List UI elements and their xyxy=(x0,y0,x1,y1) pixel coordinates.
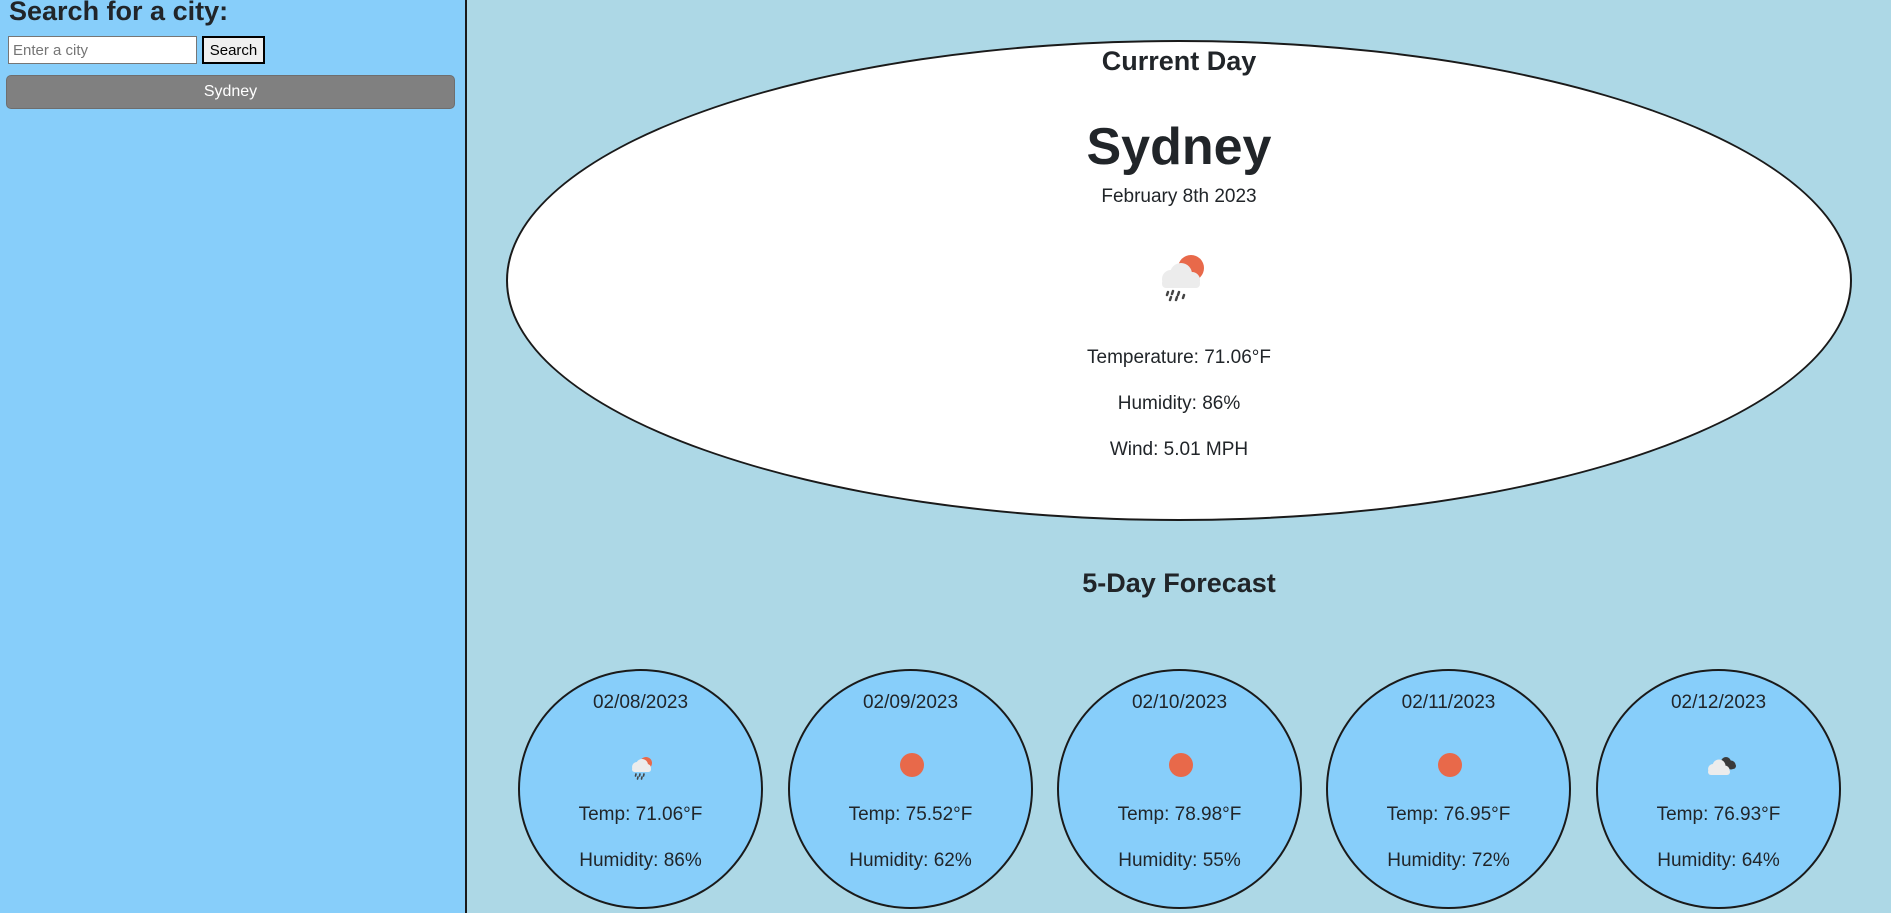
forecast-humidity: Humidity: 55% xyxy=(1118,850,1241,871)
sun-icon xyxy=(1169,753,1193,777)
sun-icon xyxy=(900,753,924,777)
forecast-humidity: Humidity: 64% xyxy=(1657,850,1780,871)
history-city-button[interactable]: Sydney xyxy=(6,75,455,109)
forecast-humidity: Humidity: 72% xyxy=(1387,850,1510,871)
forecast-card-day-5: 02/12/2023 Temp: 76.93°F Humidity: 64% xyxy=(1596,669,1841,909)
current-date: February 8th 2023 xyxy=(1101,186,1257,207)
forecast-temp: Temp: 75.52°F xyxy=(848,804,973,825)
city-name: Sydney xyxy=(1086,118,1272,176)
cloudy-icon xyxy=(1708,757,1736,775)
rain-sun-icon xyxy=(632,757,652,780)
current-wind: Wind: 5.01 MPH xyxy=(1109,439,1249,460)
current-weather-card: Current Day Sydney February 8th 2023 Tem… xyxy=(506,40,1852,521)
forecast-date: 02/08/2023 xyxy=(592,692,689,713)
forecast-card-day-1: 02/08/2023 Temp: 71.06°F Humidity: 86% xyxy=(518,669,763,909)
forecast-date: 02/10/2023 xyxy=(1131,692,1228,713)
sun-icon xyxy=(1438,753,1462,777)
forecast-temp: Temp: 71.06°F xyxy=(578,804,703,825)
forecast-date: 02/11/2023 xyxy=(1401,692,1496,713)
forecast-card-day-4: 02/11/2023 Temp: 76.95°F Humidity: 72% xyxy=(1326,669,1571,909)
rain-sun-icon xyxy=(1162,255,1204,302)
search-title: Search for a city: xyxy=(9,0,229,26)
search-button[interactable]: Search xyxy=(202,36,265,64)
forecast-humidity: Humidity: 62% xyxy=(849,850,972,871)
current-humidity: Humidity: 86% xyxy=(1117,393,1241,414)
sidebar: Search for a city: Search Sydney xyxy=(0,0,467,913)
forecast-temp: Temp: 76.93°F xyxy=(1656,804,1781,825)
forecast-date: 02/09/2023 xyxy=(862,692,959,713)
current-temperature: Temperature: 71.06°F xyxy=(1087,347,1271,368)
forecast-card-day-3: 02/10/2023 Temp: 78.98°F Humidity: 55% xyxy=(1057,669,1302,909)
forecast-card-day-2: 02/09/2023 Temp: 75.52°F Humidity: 62% xyxy=(788,669,1033,909)
forecast-date: 02/12/2023 xyxy=(1670,692,1767,713)
current-day-title: Current Day xyxy=(1101,46,1257,76)
city-search-input[interactable] xyxy=(8,36,197,64)
forecast-temp: Temp: 76.95°F xyxy=(1386,804,1511,825)
forecast-humidity: Humidity: 86% xyxy=(579,850,702,871)
forecast-title: 5-Day Forecast xyxy=(1082,568,1276,598)
forecast-temp: Temp: 78.98°F xyxy=(1117,804,1242,825)
